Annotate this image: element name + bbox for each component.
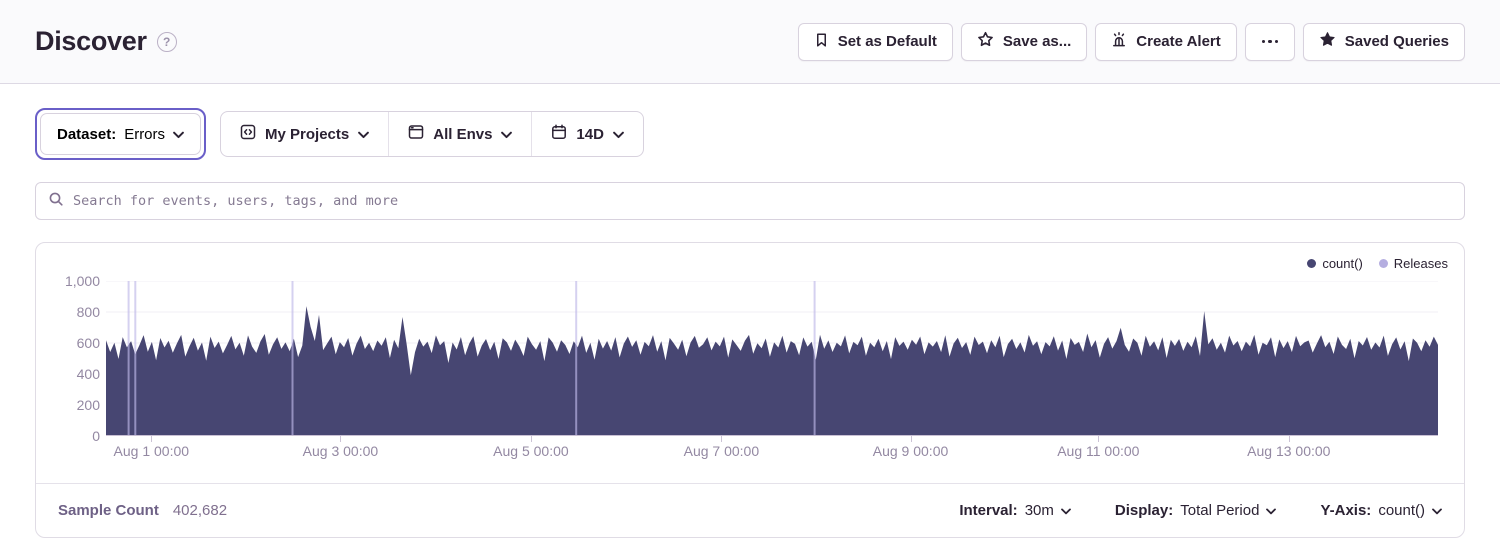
x-tick-mark (1098, 436, 1099, 442)
x-tick-mark (531, 436, 532, 442)
y-tick-label: 200 (77, 396, 100, 414)
date-range-dropdown[interactable]: 14D (531, 112, 643, 156)
save-as-button[interactable]: Save as... (961, 23, 1087, 61)
releases-legend-dot (1379, 259, 1388, 268)
legend-item-count[interactable]: count() (1307, 256, 1362, 271)
y-tick-label: 800 (77, 303, 100, 321)
chart-footer: Sample Count 402,682 Interval: 30m Displ… (36, 483, 1464, 537)
filter-row: Dataset: Errors My Projects All Envs (35, 108, 1465, 160)
x-tick-label: Aug 9 00:00 (873, 443, 949, 459)
x-tick-mark (721, 436, 722, 442)
projects-dropdown[interactable]: My Projects (221, 112, 388, 156)
dataset-dropdown[interactable]: Dataset: Errors (40, 113, 201, 155)
set-as-default-label: Set as Default (838, 33, 937, 50)
bookmark-icon (814, 32, 829, 52)
y-axis-dropdown[interactable]: Y-Axis: count() (1320, 502, 1442, 519)
star-filled-icon (1319, 31, 1336, 52)
top-bar: Discover ? Set as Default Save as... Cre… (0, 0, 1500, 84)
projects-icon (240, 124, 256, 144)
create-alert-label: Create Alert (1136, 33, 1220, 50)
y-axis-labels: 0 200 400 600 800 1,000 (36, 243, 100, 485)
search-bar (35, 182, 1465, 220)
y-axis-value: count() (1378, 502, 1425, 519)
x-tick-mark (340, 436, 341, 442)
search-icon (48, 191, 64, 212)
star-outline-icon (977, 31, 994, 52)
releases-legend-label: Releases (1394, 256, 1448, 271)
siren-icon (1111, 32, 1127, 52)
sample-count-label: Sample Count (58, 502, 159, 519)
projects-value: My Projects (265, 126, 349, 143)
display-label: Display: (1115, 502, 1173, 519)
x-tick-label: Aug 13 00:00 (1247, 443, 1330, 459)
date-range-value: 14D (576, 126, 604, 143)
interval-dropdown[interactable]: Interval: 30m (959, 502, 1071, 519)
header-actions: Set as Default Save as... Create Alert S… (798, 23, 1465, 61)
y-axis-label: Y-Axis: (1320, 502, 1371, 519)
x-tick-label: Aug 7 00:00 (684, 443, 760, 459)
more-options-button[interactable] (1245, 23, 1295, 61)
x-tick-mark (1289, 436, 1290, 442)
x-tick-label: Aug 11 00:00 (1057, 443, 1139, 459)
x-tick-label: Aug 3 00:00 (303, 443, 379, 459)
y-tick-label: 600 (77, 334, 100, 352)
chevron-down-icon (1432, 502, 1442, 519)
count-legend-dot (1307, 259, 1316, 268)
y-tick-label: 0 (92, 427, 100, 445)
chart-plot[interactable]: Aug 1 00:00Aug 3 00:00Aug 5 00:00Aug 7 0… (106, 281, 1438, 436)
display-dropdown[interactable]: Display: Total Period (1115, 502, 1277, 519)
dataset-highlight-outline: Dataset: Errors (35, 108, 206, 160)
dataset-label: Dataset: (57, 126, 116, 143)
chevron-down-icon (613, 126, 624, 143)
x-tick-label: Aug 1 00:00 (114, 443, 190, 459)
count-legend-label: count() (1322, 256, 1362, 271)
save-as-label: Save as... (1003, 33, 1071, 50)
sample-count-value: 402,682 (173, 502, 227, 519)
dataset-value: Errors (124, 126, 165, 143)
chart-legend: count() Releases (1307, 256, 1448, 271)
ellipsis-icon (1262, 40, 1279, 44)
set-as-default-button[interactable]: Set as Default (798, 23, 953, 61)
chevron-down-icon (173, 126, 184, 143)
display-value: Total Period (1180, 502, 1259, 519)
saved-queries-button[interactable]: Saved Queries (1303, 23, 1465, 61)
window-icon (408, 124, 424, 144)
calendar-icon (551, 124, 567, 144)
chevron-down-icon (1266, 502, 1276, 519)
x-tick-mark (911, 436, 912, 442)
x-tick-mark (151, 436, 152, 442)
interval-label: Interval: (959, 502, 1017, 519)
y-tick-label: 1,000 (65, 272, 100, 290)
search-input[interactable] (73, 193, 1452, 209)
x-tick-label: Aug 5 00:00 (493, 443, 569, 459)
chevron-down-icon (501, 126, 512, 143)
chevron-down-icon (1061, 502, 1071, 519)
create-alert-button[interactable]: Create Alert (1095, 23, 1236, 61)
area-chart-svg (106, 281, 1438, 436)
chart-area: count() Releases 0 200 400 600 800 1,000 Aug … (36, 243, 1464, 485)
legend-item-releases[interactable]: Releases (1379, 256, 1448, 271)
events-chart-panel: count() Releases 0 200 400 600 800 1,000 Aug … (35, 242, 1465, 538)
page-filter-bar: My Projects All Envs 14D (220, 111, 644, 157)
page-title: Discover (35, 26, 147, 57)
environments-value: All Envs (433, 126, 492, 143)
help-icon[interactable]: ? (157, 32, 177, 52)
y-tick-label: 400 (77, 365, 100, 383)
environments-dropdown[interactable]: All Envs (388, 112, 531, 156)
interval-value: 30m (1025, 502, 1054, 519)
chevron-down-icon (358, 126, 369, 143)
saved-queries-label: Saved Queries (1345, 33, 1449, 50)
